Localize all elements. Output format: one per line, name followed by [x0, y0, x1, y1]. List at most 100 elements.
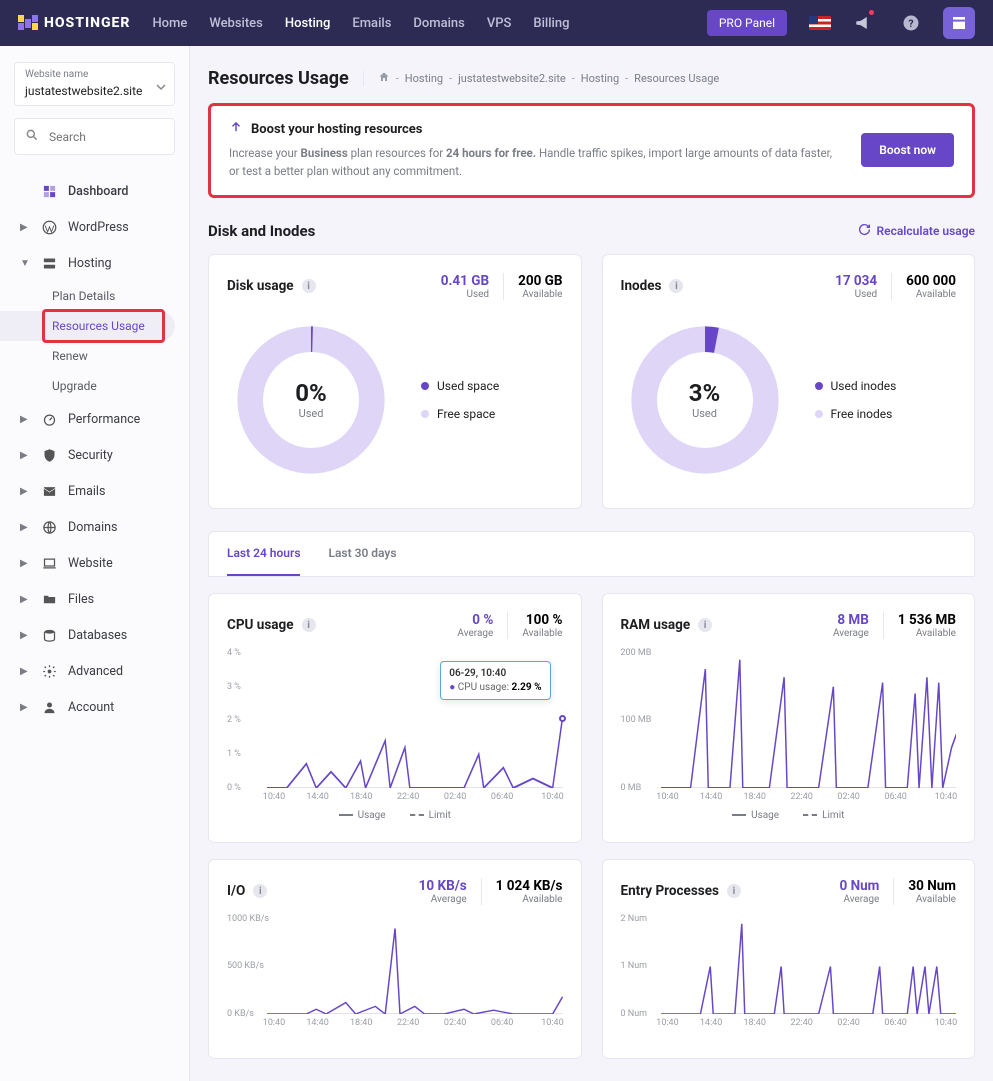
disk-usage-card: Disk usagei 0.41 GBUsed 200 GBAvailable …	[208, 254, 582, 509]
globe-icon	[40, 518, 58, 536]
wordpress-icon	[40, 218, 58, 236]
sidebar-item-dashboard[interactable]: Dashboard	[0, 173, 175, 209]
locale-flag-icon[interactable]	[809, 16, 831, 30]
info-icon[interactable]: i	[669, 279, 683, 293]
expand-icon: ▶	[20, 222, 30, 233]
brand-logo-mark	[18, 15, 38, 31]
topbar: HOSTINGER Home Websites Hosting Emails D…	[0, 0, 993, 46]
sidebar-item-label: WordPress	[68, 220, 129, 235]
svg-text:?: ?	[908, 17, 913, 30]
disk-used-value: 0.41 GB	[441, 273, 489, 289]
sidebar-search[interactable]	[14, 118, 175, 155]
sidebar-item-account[interactable]: ▶ Account	[0, 689, 189, 725]
search-input[interactable]	[47, 129, 207, 145]
info-icon[interactable]: i	[253, 884, 267, 898]
disk-donut-chart: 0%Used	[231, 320, 391, 480]
arrow-up-icon	[229, 120, 243, 138]
chart-point-marker	[559, 715, 566, 722]
ram-usage-card: RAM usagei 8 MBAverage 1 536 MBAvailable…	[602, 593, 976, 843]
tab-last-30d[interactable]: Last 30 days	[328, 532, 396, 576]
info-icon[interactable]: i	[302, 279, 316, 293]
nav-billing[interactable]: Billing	[533, 16, 569, 31]
sidebar-sub-upgrade[interactable]: Upgrade	[0, 371, 189, 401]
nav-emails[interactable]: Emails	[352, 16, 391, 31]
refresh-icon	[858, 223, 871, 239]
nav-home[interactable]: Home	[152, 16, 187, 31]
sidebar-item-performance[interactable]: ▶ Performance	[0, 401, 189, 437]
top-nav: Home Websites Hosting Emails Domains VPS…	[152, 16, 684, 31]
recalculate-button[interactable]: Recalculate usage	[858, 223, 975, 239]
sidebar-item-label: Dashboard	[68, 184, 128, 199]
sidebar-item-hosting[interactable]: ▼ Hosting	[0, 245, 189, 281]
pro-panel-button[interactable]: PRO Panel	[707, 10, 787, 36]
mail-icon	[40, 482, 58, 500]
boost-title: Boost your hosting resources	[251, 122, 423, 137]
sidebar: Website name justatestwebsite2.site Dash…	[0, 46, 190, 1081]
app-switcher-icon[interactable]	[943, 7, 975, 39]
shield-icon	[40, 446, 58, 464]
sidebar-item-website[interactable]: ▶ Website	[0, 545, 189, 581]
folder-icon	[40, 590, 58, 608]
nav-websites[interactable]: Websites	[209, 16, 263, 31]
info-icon[interactable]: i	[727, 884, 741, 898]
sidebar-item-security[interactable]: ▶ Security	[0, 437, 189, 473]
sidebar-item-emails[interactable]: ▶ Emails	[0, 473, 189, 509]
website-selector[interactable]: Website name justatestwebsite2.site	[14, 62, 175, 106]
sidebar-item-files[interactable]: ▶ Files	[0, 581, 189, 617]
collapse-icon: ▼	[20, 258, 30, 269]
website-selector-label: Website name	[25, 69, 164, 80]
sidebar-sub-plan-details[interactable]: Plan Details	[0, 281, 189, 311]
sidebar-item-label: Files	[68, 592, 94, 607]
search-icon	[25, 127, 39, 146]
sidebar-item-label: Account	[68, 700, 114, 715]
time-range-tabs: Last 24 hours Last 30 days	[208, 531, 975, 577]
info-icon[interactable]: i	[698, 618, 712, 632]
user-icon	[40, 698, 58, 716]
cpu-chart: 4 % 3 % 2 % 1 % 0 % 06-29, 10:40 ● CPU u…	[227, 653, 563, 788]
disk-avail-value: 200 GB	[518, 273, 562, 289]
sidebar-item-label: Advanced	[68, 664, 123, 679]
info-icon[interactable]: i	[302, 618, 316, 632]
sidebar-item-label: Website	[68, 556, 113, 571]
dashboard-icon	[40, 182, 58, 200]
sidebar-item-domains[interactable]: ▶ Domains	[0, 509, 189, 545]
speed-icon	[40, 410, 58, 428]
sidebar-item-databases[interactable]: ▶ Databases	[0, 617, 189, 653]
breadcrumb: -Hosting -justatestwebsite2.site -Hostin…	[363, 71, 720, 86]
laptop-icon	[40, 554, 58, 572]
nav-domains[interactable]: Domains	[413, 16, 464, 31]
chevron-down-icon	[156, 77, 166, 96]
entry-processes-chart: 2 Num 1 Num 0 Num 10:40 14:40 18:40 22:4…	[621, 919, 957, 1014]
entry-processes-card: Entry Processesi 0 NumAverage 30 NumAvai…	[602, 859, 976, 1059]
notification-dot	[868, 9, 875, 16]
sidebar-item-label: Databases	[68, 628, 127, 643]
home-icon[interactable]	[378, 71, 390, 86]
help-icon[interactable]: ?	[895, 7, 927, 39]
inodes-donut-chart: 3%Used	[625, 320, 785, 480]
boost-now-button[interactable]: Boost now	[861, 133, 954, 167]
sidebar-sub-renew[interactable]: Renew	[0, 341, 189, 371]
sidebar-item-advanced[interactable]: ▶ Advanced	[0, 653, 189, 689]
io-chart: 1000 KB/s 500 KB/s 0 KB/s 10:40 14:40 18…	[227, 919, 563, 1014]
nav-hosting[interactable]: Hosting	[285, 16, 331, 31]
brand-logo[interactable]: HOSTINGER	[18, 15, 130, 31]
inodes-used-value: 17 034	[835, 273, 877, 289]
website-selector-value: justatestwebsite2.site	[25, 84, 142, 98]
boost-description: Increase your Business plan resources fo…	[229, 144, 843, 181]
announcements-icon[interactable]	[847, 7, 879, 39]
ram-chart: 200 MB 100 MB 0 MB 10:40 14:40 18:40 22:…	[621, 653, 957, 788]
nav-vps[interactable]: VPS	[487, 16, 512, 31]
topbar-right: ?	[809, 7, 975, 39]
sidebar-item-label: Domains	[68, 520, 118, 535]
sidebar-item-label: Performance	[68, 412, 140, 427]
page-title: Resources Usage	[208, 68, 349, 89]
database-icon	[40, 626, 58, 644]
sidebar-item-wordpress[interactable]: ▶ WordPress	[0, 209, 189, 245]
boost-banner: Boost your hosting resources Increase yo…	[208, 103, 975, 198]
section-title-disk: Disk and Inodes	[208, 222, 315, 240]
sidebar-item-label: Emails	[68, 484, 105, 499]
inodes-avail-value: 600 000	[906, 273, 956, 289]
server-icon	[40, 254, 58, 272]
tab-last-24h[interactable]: Last 24 hours	[227, 532, 300, 576]
sidebar-sub-resources-usage[interactable]: Resources Usage	[0, 311, 175, 341]
